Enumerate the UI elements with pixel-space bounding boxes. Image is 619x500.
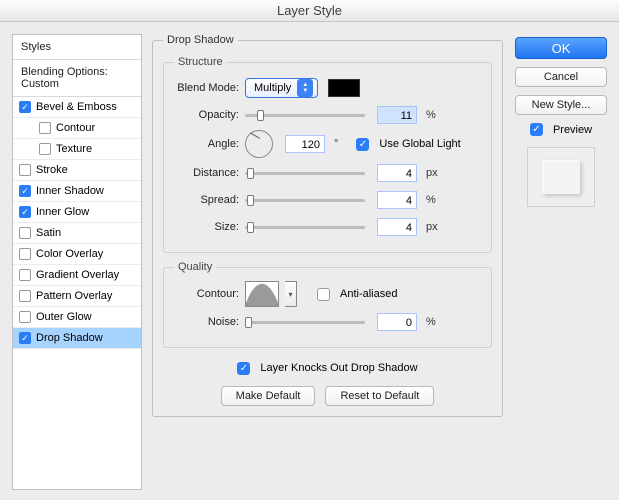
knocks-out-checkbox[interactable]: ✓ bbox=[237, 362, 250, 375]
sidebar-checkbox[interactable]: ✓ bbox=[19, 332, 31, 344]
global-light-label: Use Global Light bbox=[379, 138, 460, 150]
opacity-slider[interactable] bbox=[245, 114, 365, 117]
sidebar-checkbox[interactable] bbox=[19, 227, 31, 239]
size-label: Size: bbox=[174, 221, 239, 233]
sidebar-checkbox[interactable] bbox=[19, 269, 31, 281]
sidebar-item-label: Texture bbox=[56, 143, 92, 155]
sidebar-item-pattern-overlay[interactable]: Pattern Overlay bbox=[13, 286, 141, 307]
sidebar-checkbox[interactable]: ✓ bbox=[19, 185, 31, 197]
sidebar-item-color-overlay[interactable]: Color Overlay bbox=[13, 244, 141, 265]
sidebar-item-outer-glow[interactable]: Outer Glow bbox=[13, 307, 141, 328]
drop-shadow-legend: Drop Shadow bbox=[163, 34, 238, 46]
sidebar-item-inner-shadow[interactable]: ✓ Inner Shadow bbox=[13, 181, 141, 202]
spread-label: Spread: bbox=[174, 194, 239, 206]
anti-aliased-checkbox[interactable] bbox=[317, 288, 330, 301]
sidebar-checkbox[interactable]: ✓ bbox=[19, 206, 31, 218]
window-title: Layer Style bbox=[0, 0, 619, 22]
sidebar-checkbox[interactable] bbox=[19, 290, 31, 302]
angle-dial[interactable] bbox=[245, 130, 273, 158]
sidebar-styles-header[interactable]: Styles bbox=[13, 35, 141, 60]
preview-label: Preview bbox=[553, 124, 592, 136]
make-default-button[interactable]: Make Default bbox=[221, 386, 316, 406]
sidebar-item-texture[interactable]: Texture bbox=[13, 139, 141, 160]
distance-label: Distance: bbox=[174, 167, 239, 179]
main-panel: Drop Shadow Structure Blend Mode: Multip… bbox=[152, 34, 503, 490]
layer-style-dialog: Layer Style Styles Blending Options: Cus… bbox=[0, 0, 619, 500]
knocks-out-label: Layer Knocks Out Drop Shadow bbox=[260, 362, 417, 374]
distance-slider[interactable] bbox=[245, 172, 365, 175]
sidebar-checkbox[interactable] bbox=[19, 248, 31, 260]
contour-picker[interactable] bbox=[245, 281, 279, 307]
sidebar-item-label: Outer Glow bbox=[36, 311, 92, 323]
noise-input[interactable] bbox=[377, 313, 417, 331]
sidebar-item-label: Inner Shadow bbox=[36, 185, 104, 197]
contour-dropdown-arrow[interactable]: ▾ bbox=[285, 281, 297, 307]
sidebar-checkbox[interactable] bbox=[19, 164, 31, 176]
sidebar-item-stroke[interactable]: Stroke bbox=[13, 160, 141, 181]
shadow-color-swatch[interactable] bbox=[328, 79, 360, 97]
opacity-unit: % bbox=[426, 109, 436, 121]
global-light-checkbox[interactable]: ✓ bbox=[356, 138, 369, 151]
sidebar-item-label: Pattern Overlay bbox=[36, 290, 112, 302]
sidebar-item-label: Satin bbox=[36, 227, 61, 239]
sidebar-item-satin[interactable]: Satin bbox=[13, 223, 141, 244]
quality-group: Quality Contour: ▾ Anti-aliased bbox=[163, 261, 492, 348]
sidebar-blending-header[interactable]: Blending Options: Custom bbox=[13, 60, 141, 97]
sidebar-item-label: Color Overlay bbox=[36, 248, 103, 260]
blend-mode-label: Blend Mode: bbox=[174, 82, 239, 94]
contour-curve-icon bbox=[246, 282, 278, 306]
distance-input[interactable] bbox=[377, 164, 417, 182]
sidebar-item-label: Stroke bbox=[36, 164, 68, 176]
sidebar-item-gradient-overlay[interactable]: Gradient Overlay bbox=[13, 265, 141, 286]
preview-thumbnail bbox=[527, 147, 595, 207]
blend-mode-value: Multiply bbox=[254, 82, 291, 94]
size-unit: px bbox=[426, 221, 438, 233]
blend-mode-select[interactable]: Multiply ▲▼ bbox=[245, 78, 318, 98]
angle-label: Angle: bbox=[174, 138, 239, 150]
noise-slider[interactable] bbox=[245, 321, 365, 324]
sidebar-item-contour[interactable]: Contour bbox=[13, 118, 141, 139]
drop-shadow-group: Drop Shadow Structure Blend Mode: Multip… bbox=[152, 34, 503, 417]
new-style-button[interactable]: New Style... bbox=[515, 95, 607, 115]
select-caret-icon: ▲▼ bbox=[297, 79, 313, 97]
opacity-label: Opacity: bbox=[174, 109, 239, 121]
distance-unit: px bbox=[426, 167, 438, 179]
cancel-button[interactable]: Cancel bbox=[515, 67, 607, 87]
sidebar-item-bevel-emboss[interactable]: ✓ Bevel & Emboss bbox=[13, 97, 141, 118]
quality-legend: Quality bbox=[174, 261, 216, 273]
contour-label: Contour: bbox=[174, 288, 239, 300]
structure-group: Structure Blend Mode: Multiply ▲▼ Opacit… bbox=[163, 56, 492, 253]
preview-checkbox[interactable]: ✓ bbox=[530, 123, 543, 136]
anti-aliased-label: Anti-aliased bbox=[340, 288, 397, 300]
sidebar-checkbox[interactable] bbox=[19, 311, 31, 323]
sidebar-checkbox[interactable] bbox=[39, 143, 51, 155]
sidebar-item-label: Drop Shadow bbox=[36, 332, 103, 344]
sidebar-item-label: Contour bbox=[56, 122, 95, 134]
noise-label: Noise: bbox=[174, 316, 239, 328]
opacity-input[interactable] bbox=[377, 106, 417, 124]
spread-unit: % bbox=[426, 194, 436, 206]
sidebar-item-label: Bevel & Emboss bbox=[36, 101, 117, 113]
spread-input[interactable] bbox=[377, 191, 417, 209]
style-sidebar: Styles Blending Options: Custom ✓ Bevel &… bbox=[12, 34, 142, 490]
sidebar-item-label: Gradient Overlay bbox=[36, 269, 119, 281]
sidebar-item-inner-glow[interactable]: ✓ Inner Glow bbox=[13, 202, 141, 223]
noise-unit: % bbox=[426, 316, 436, 328]
dialog-content: Styles Blending Options: Custom ✓ Bevel &… bbox=[0, 22, 619, 500]
reset-default-button[interactable]: Reset to Default bbox=[325, 386, 434, 406]
size-slider[interactable] bbox=[245, 226, 365, 229]
angle-unit: ° bbox=[334, 138, 338, 150]
sidebar-item-label: Inner Glow bbox=[36, 206, 89, 218]
structure-legend: Structure bbox=[174, 56, 227, 68]
sidebar-checkbox[interactable]: ✓ bbox=[19, 101, 31, 113]
right-column: OK Cancel New Style... ✓ Preview bbox=[513, 34, 609, 490]
sidebar-checkbox[interactable] bbox=[39, 122, 51, 134]
sidebar-item-drop-shadow[interactable]: ✓ Drop Shadow bbox=[13, 328, 141, 349]
size-input[interactable] bbox=[377, 218, 417, 236]
ok-button[interactable]: OK bbox=[515, 37, 607, 59]
angle-input[interactable] bbox=[285, 135, 325, 153]
spread-slider[interactable] bbox=[245, 199, 365, 202]
